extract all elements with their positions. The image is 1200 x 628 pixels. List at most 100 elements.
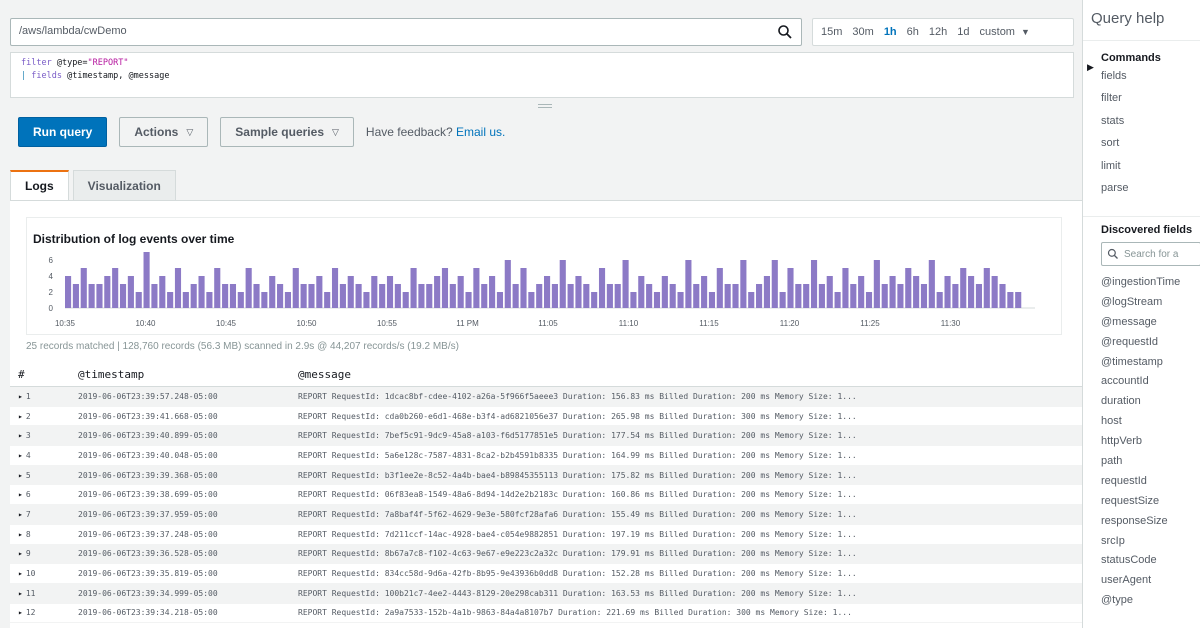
histogram-bar[interactable] xyxy=(394,284,401,308)
histogram-bar[interactable] xyxy=(214,268,221,308)
command-sort[interactable]: sort xyxy=(1101,137,1161,159)
histogram-bar[interactable] xyxy=(88,284,95,308)
histogram-bar[interactable] xyxy=(858,276,865,308)
histogram-bar[interactable] xyxy=(324,292,331,308)
editor-resize-handle[interactable] xyxy=(538,104,552,108)
histogram-bar[interactable] xyxy=(591,292,598,308)
table-row[interactable]: ▸ 11 2019-06-06T23:39:34.999-05:00 REPORT R… xyxy=(10,583,1082,604)
histogram-bar[interactable] xyxy=(748,292,755,308)
table-row[interactable]: ▸ 2 2019-06-06T23:39:41.668-05:00 REPORT Re… xyxy=(10,407,1082,427)
histogram-bar[interactable] xyxy=(316,276,323,308)
histogram-bar[interactable] xyxy=(598,268,606,308)
histogram-bar[interactable] xyxy=(952,284,959,308)
row-number[interactable]: ▸ 11 xyxy=(10,589,72,598)
histogram-bar[interactable] xyxy=(331,268,339,308)
discovered-field[interactable]: userAgent xyxy=(1101,574,1200,594)
command-parse[interactable]: parse xyxy=(1101,182,1161,204)
histogram-bar[interactable] xyxy=(465,292,472,308)
email-us-link[interactable]: Email us. xyxy=(456,125,505,139)
histogram-bar[interactable] xyxy=(1007,292,1014,308)
expand-row-icon[interactable]: ▸ xyxy=(18,530,23,539)
histogram-bar[interactable] xyxy=(269,276,276,308)
discovered-field[interactable]: responseSize xyxy=(1101,515,1200,535)
histogram-bar[interactable] xyxy=(889,276,896,308)
histogram-bar[interactable] xyxy=(999,284,1006,308)
histogram-bar[interactable] xyxy=(913,276,920,308)
histogram-bar[interactable] xyxy=(253,284,260,308)
command-filter[interactable]: filter xyxy=(1101,92,1161,114)
tab-visualization[interactable]: Visualization xyxy=(72,170,176,200)
log-group-selector[interactable]: /aws/lambda/cwDemo xyxy=(10,18,802,46)
histogram-bar[interactable] xyxy=(779,292,786,308)
histogram-bar[interactable] xyxy=(504,260,511,308)
histogram-bar[interactable] xyxy=(119,284,127,308)
histogram-bar[interactable] xyxy=(292,268,299,308)
histogram-bar[interactable] xyxy=(72,284,79,308)
table-row[interactable]: ▸ 8 2019-06-06T23:39:37.248-05:00 REPORT Re… xyxy=(10,525,1082,545)
histogram-bar[interactable] xyxy=(983,268,990,308)
range-1h[interactable]: 1h xyxy=(884,26,897,38)
histogram-bar[interactable] xyxy=(936,292,943,308)
histogram-bar[interactable] xyxy=(583,284,590,308)
discovered-field[interactable]: statusCode xyxy=(1101,554,1200,574)
table-row[interactable]: ▸ 6 2019-06-06T23:39:38.699-05:00 REPORT Re… xyxy=(10,485,1082,506)
range-1d[interactable]: 1d xyxy=(957,26,969,38)
histogram-bar[interactable] xyxy=(481,284,488,308)
command-fields[interactable]: fields xyxy=(1101,70,1161,92)
histogram-bar[interactable] xyxy=(803,284,810,308)
histogram-bar[interactable] xyxy=(434,276,441,308)
histogram-bar[interactable] xyxy=(277,284,284,308)
histogram-bar[interactable] xyxy=(865,292,873,308)
histogram-bar[interactable] xyxy=(677,292,684,308)
histogram-bar[interactable] xyxy=(897,284,904,308)
histogram-bar[interactable] xyxy=(449,284,456,308)
histogram-bar[interactable] xyxy=(575,276,582,308)
histogram-bar[interactable] xyxy=(693,284,700,308)
histogram-bar[interactable] xyxy=(386,276,394,308)
discovered-field[interactable]: requestId xyxy=(1101,475,1200,495)
expand-row-icon[interactable]: ▸ xyxy=(18,608,23,617)
histogram-bar[interactable] xyxy=(842,268,849,308)
histogram-bar[interactable] xyxy=(300,284,307,308)
histogram-bar[interactable] xyxy=(701,276,708,308)
histogram-bar[interactable] xyxy=(339,284,346,308)
expand-row-icon[interactable]: ▸ xyxy=(18,392,23,401)
table-row[interactable]: ▸ 1 2019-06-06T23:39:57.248-05:00 REPORT Re… xyxy=(10,387,1082,407)
expand-row-icon[interactable]: ▸ xyxy=(18,412,23,421)
histogram-bar[interactable] xyxy=(881,284,888,308)
histogram-bar[interactable] xyxy=(473,268,480,308)
discovered-field[interactable]: httpVerb xyxy=(1101,435,1200,455)
caret-right-icon[interactable]: ▶ xyxy=(1087,62,1094,73)
histogram-bar[interactable] xyxy=(551,284,558,308)
histogram-bar[interactable] xyxy=(261,292,268,308)
row-number[interactable]: ▸ 6 xyxy=(10,490,72,499)
histogram-bar[interactable] xyxy=(151,284,158,308)
histogram-bar[interactable] xyxy=(724,284,731,308)
histogram-bar[interactable] xyxy=(787,268,794,308)
expand-row-icon[interactable]: ▸ xyxy=(18,589,23,598)
range-6h[interactable]: 6h xyxy=(907,26,919,38)
histogram-bar[interactable] xyxy=(622,260,629,308)
histogram-bar[interactable] xyxy=(96,284,103,308)
expand-row-icon[interactable]: ▸ xyxy=(18,510,23,519)
histogram-bar[interactable] xyxy=(410,268,417,308)
command-limit[interactable]: limit xyxy=(1101,160,1161,182)
histogram-bar[interactable] xyxy=(206,292,213,308)
histogram-bar[interactable] xyxy=(559,260,566,308)
histogram-bar[interactable] xyxy=(284,292,291,308)
table-row[interactable]: ▸ 3 2019-06-06T23:39:40.899-05:00 REPORT Re… xyxy=(10,426,1082,447)
table-row[interactable]: ▸ 7 2019-06-06T23:39:37.959-05:00 REPORT Re… xyxy=(10,505,1082,525)
range-custom[interactable]: custom xyxy=(980,26,1015,38)
query-editor[interactable]: filter @type="REPORT" | fields @timestam… xyxy=(10,52,1074,98)
sample-queries-dropdown[interactable]: Sample queries ▽ xyxy=(220,117,354,147)
histogram-bar[interactable] xyxy=(740,260,747,308)
histogram-bar[interactable] xyxy=(771,260,778,308)
histogram-bar[interactable] xyxy=(669,284,676,308)
discovered-field[interactable]: duration xyxy=(1101,395,1200,415)
row-number[interactable]: ▸ 3 xyxy=(10,431,72,440)
histogram-bar[interactable] xyxy=(245,268,252,308)
discovered-field[interactable]: requestSize xyxy=(1101,495,1200,515)
row-number[interactable]: ▸ 8 xyxy=(10,530,72,539)
range-15m[interactable]: 15m xyxy=(821,26,842,38)
expand-row-icon[interactable]: ▸ xyxy=(18,490,23,499)
